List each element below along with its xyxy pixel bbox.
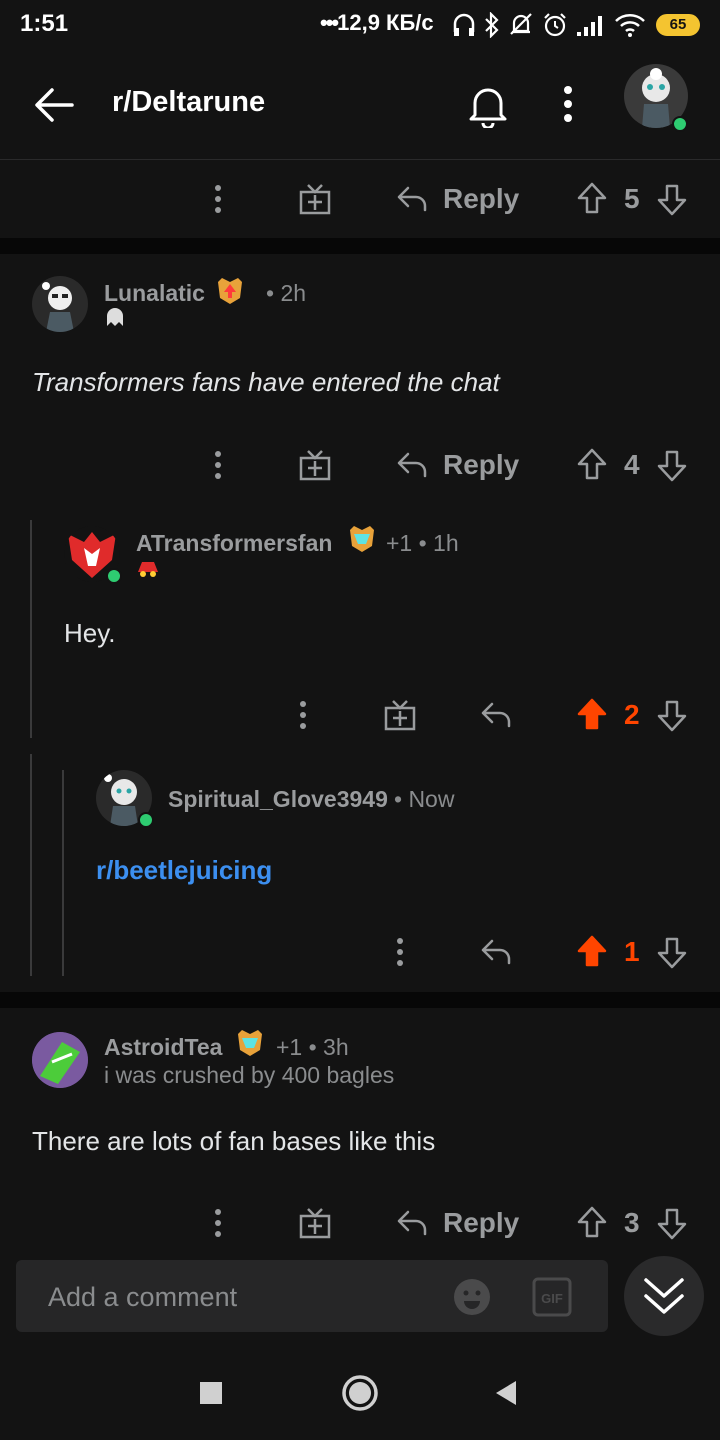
system-navigation-bar bbox=[0, 1346, 720, 1440]
vote-count: 2 bbox=[624, 699, 640, 730]
comment-placeholder: Add a comment bbox=[48, 1282, 238, 1312]
alarm-icon bbox=[542, 12, 568, 38]
notification-bell-icon[interactable] bbox=[466, 82, 510, 128]
user-flair-icon bbox=[136, 556, 160, 578]
signal-icon bbox=[576, 12, 606, 38]
comment-username[interactable]: AstroidTea bbox=[104, 1034, 222, 1061]
online-status-dot bbox=[106, 568, 122, 584]
online-status-dot bbox=[672, 116, 688, 132]
status-network-speed: •••12,9 КБ/с bbox=[320, 10, 434, 35]
more-options-icon[interactable] bbox=[298, 700, 308, 730]
comment-username[interactable]: Spiritual_Glove3949 bbox=[168, 786, 388, 813]
reply-arrow-icon[interactable] bbox=[480, 700, 512, 728]
comment-meta: • 2h bbox=[266, 280, 307, 306]
recents-square-icon[interactable] bbox=[199, 1381, 223, 1405]
reply-arrow-icon[interactable] bbox=[396, 1208, 428, 1236]
downvote-icon[interactable] bbox=[656, 936, 688, 970]
upvote-active-icon[interactable] bbox=[576, 697, 608, 731]
gif-icon[interactable]: GIF bbox=[532, 1277, 572, 1317]
thread-line[interactable] bbox=[30, 520, 32, 738]
comment-body: Hey. bbox=[64, 618, 116, 648]
bluetooth-icon bbox=[484, 12, 500, 38]
downvote-icon[interactable] bbox=[656, 1207, 688, 1241]
upvote-active-icon[interactable] bbox=[576, 934, 608, 968]
more-options-icon[interactable] bbox=[395, 937, 405, 967]
comment-meta: • Now bbox=[394, 786, 455, 812]
downvote-icon[interactable] bbox=[656, 449, 688, 483]
back-arrow-icon[interactable] bbox=[32, 82, 78, 128]
more-options-icon[interactable] bbox=[213, 1208, 223, 1238]
more-options-icon[interactable] bbox=[213, 450, 223, 480]
thread-line[interactable] bbox=[30, 754, 32, 976]
award-gift-icon[interactable] bbox=[298, 182, 332, 216]
vote-count: 3 bbox=[624, 1207, 640, 1238]
reply-arrow-icon[interactable] bbox=[396, 450, 428, 478]
reply-arrow-icon[interactable] bbox=[396, 184, 428, 212]
comment-separator bbox=[0, 238, 720, 254]
comment-meta: +1 • 1h bbox=[386, 530, 459, 556]
reply-arrow-icon[interactable] bbox=[480, 937, 512, 965]
back-triangle-icon[interactable] bbox=[494, 1380, 518, 1406]
gem-badge-icon bbox=[234, 1028, 266, 1058]
speed-value: 12,9 КБ/с bbox=[337, 10, 434, 35]
overflow-menu-icon[interactable] bbox=[562, 84, 574, 124]
comment-username[interactable]: ATransformersfan bbox=[136, 530, 332, 557]
add-comment-input[interactable]: Add a comment GIF bbox=[16, 1260, 608, 1332]
thread-line[interactable] bbox=[62, 770, 64, 976]
user-flair-text: i was crushed by 400 bagles bbox=[104, 1062, 395, 1088]
collapse-threads-button[interactable] bbox=[624, 1256, 704, 1336]
upvote-icon[interactable] bbox=[576, 1205, 608, 1239]
vote-count: 4 bbox=[624, 449, 640, 480]
home-circle-icon[interactable] bbox=[341, 1374, 379, 1412]
status-time: 1:51 bbox=[20, 10, 69, 37]
emoji-icon[interactable] bbox=[452, 1277, 492, 1317]
app-top-bar: r/Deltarune bbox=[0, 52, 720, 160]
svg-text:GIF: GIF bbox=[541, 1291, 563, 1306]
vote-count: 1 bbox=[624, 936, 640, 967]
award-gift-icon[interactable] bbox=[298, 1206, 332, 1240]
upvote-icon[interactable] bbox=[576, 181, 608, 215]
headphones-icon bbox=[452, 12, 476, 38]
upvote-icon[interactable] bbox=[576, 447, 608, 481]
reply-button[interactable]: Reply bbox=[443, 1207, 519, 1239]
online-status-dot bbox=[138, 812, 154, 828]
comment-separator bbox=[0, 992, 720, 1008]
battery-indicator: 65 bbox=[656, 14, 700, 36]
comment-avatar[interactable] bbox=[32, 276, 88, 332]
downvote-icon[interactable] bbox=[656, 699, 688, 733]
trophy-badge-icon bbox=[214, 276, 246, 306]
comment-username[interactable]: Lunalatic bbox=[104, 280, 205, 307]
downvote-icon[interactable] bbox=[656, 183, 688, 217]
comment-avatar[interactable] bbox=[32, 1032, 88, 1088]
reply-button[interactable]: Reply bbox=[443, 449, 519, 481]
status-bar: 1:51 •••12,9 КБ/с 65 bbox=[0, 0, 720, 52]
mute-bell-icon bbox=[508, 12, 534, 38]
comment-meta: +1 • 3h bbox=[276, 1034, 349, 1060]
gem-badge-icon bbox=[346, 524, 378, 554]
award-gift-icon[interactable] bbox=[383, 698, 417, 732]
user-flair-icon bbox=[104, 308, 126, 328]
subreddit-link[interactable]: r/beetlejuicing bbox=[96, 855, 272, 886]
double-chevron-down-icon bbox=[642, 1276, 686, 1318]
comment-body: Transformers fans have entered the chat bbox=[32, 367, 500, 397]
vote-count: 5 bbox=[624, 183, 640, 214]
wifi-icon bbox=[614, 12, 646, 38]
award-gift-icon[interactable] bbox=[298, 448, 332, 482]
more-options-icon[interactable] bbox=[213, 184, 223, 214]
comment-body: There are lots of fan bases like this bbox=[32, 1126, 436, 1156]
reply-button[interactable]: Reply bbox=[443, 183, 519, 215]
page-title[interactable]: r/Deltarune bbox=[112, 86, 265, 119]
